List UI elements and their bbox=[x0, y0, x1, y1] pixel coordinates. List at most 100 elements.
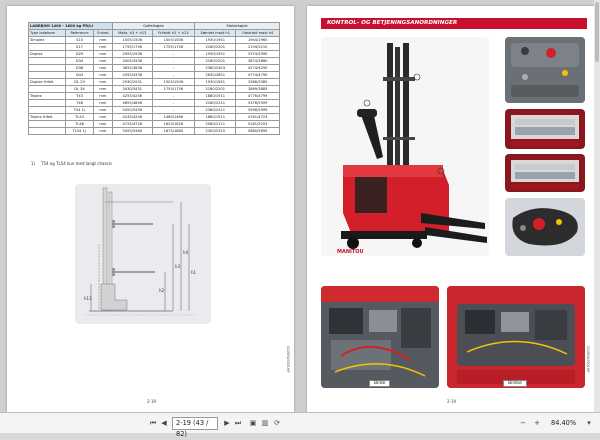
table-cell-h4: 4776/4799 bbox=[235, 92, 280, 100]
table-cell-h3: 4245/4246 bbox=[111, 113, 153, 121]
zoom-in-icon[interactable]: + bbox=[532, 418, 542, 429]
viewer-toolbar: ⏮ ◀ 2-19 (43 / 82) ▶ ⏭ ▣ ▥ ⟳ − + 84.40% … bbox=[0, 412, 600, 438]
table-cell-type: Triplex frifelt bbox=[27, 113, 67, 121]
table-cell-type bbox=[27, 64, 67, 72]
table-cell-type: Duplex frifelt bbox=[27, 78, 67, 86]
first-page-icon[interactable]: ⏮ bbox=[148, 418, 158, 429]
footnote: 1) T54 og TL54 kun med langt chassis bbox=[31, 161, 112, 166]
col-group-fork-height: Gaffelhøjde bbox=[111, 22, 196, 30]
table-cell-h3: 3405/3436 bbox=[111, 57, 153, 65]
last-page-icon[interactable]: ⏭ bbox=[233, 418, 243, 429]
table-cell-h4: 3869/3885 bbox=[235, 85, 280, 93]
table-title: LADEBOM 1400 - 1600 kg PR/LI bbox=[28, 22, 113, 30]
control-panel-photo bbox=[505, 37, 585, 103]
table-cell-ref: TL54 1) bbox=[65, 127, 94, 135]
table-row: Simplex S15 mm 1505/1506 1505/1506 1930/1951 1… bbox=[27, 36, 280, 44]
table-row: T48 mm 4655/4856-2180/2211 5376/5399 bbox=[27, 99, 280, 107]
table-cell-h2: 1625/1626 bbox=[151, 120, 196, 128]
fit-page-icon[interactable]: ▣ bbox=[248, 418, 258, 429]
table-cell-h2: - bbox=[151, 57, 196, 65]
table-cell-h4: 3874/3880 bbox=[235, 57, 280, 65]
table-header-cell: Maks. h3 + h13 bbox=[111, 29, 153, 37]
table-cell-h1: 2180/2201 bbox=[194, 43, 237, 51]
table-cell-h1: 1930/1951 bbox=[194, 78, 237, 86]
table-cell-ref: T54 1) bbox=[65, 106, 94, 114]
table-cell-h4: 5880/5895 bbox=[235, 127, 280, 135]
zoom-out-icon[interactable]: − bbox=[518, 418, 528, 429]
diagram-label-h4: h4 bbox=[183, 250, 189, 255]
next-page-icon[interactable]: ▶ bbox=[222, 418, 232, 429]
table-cell-type bbox=[27, 99, 67, 107]
zoom-level[interactable]: 84.40% bbox=[551, 418, 576, 429]
diagram-label-h1: h1 bbox=[191, 270, 197, 275]
table-cell-unit: mm bbox=[92, 106, 113, 114]
table-cell-h4: 5181/5203 bbox=[235, 120, 280, 128]
table-cell-h3: 4725/4726 bbox=[111, 120, 153, 128]
table-cell-h1: 2180/2211 bbox=[194, 99, 237, 107]
table-cell-ref: T43 bbox=[65, 92, 94, 100]
table-cell-h3: 4355/4336 bbox=[111, 71, 153, 79]
page-number-input[interactable]: 2-19 (43 / 82) bbox=[172, 417, 218, 438]
table-cell-h4: 4774/4790 bbox=[235, 71, 280, 79]
table-cell-h4: 4761/4723 bbox=[235, 113, 280, 121]
table-cell-h1: 2180/2201 bbox=[194, 85, 237, 93]
table-cell-h4: 5376/5399 bbox=[235, 99, 280, 107]
table-cell-type bbox=[27, 106, 67, 114]
table-cell-h1: 2380/2403 bbox=[194, 64, 237, 72]
table-row: TL48 mm 4725/4726 1625/1626 2080/2111 5181/52… bbox=[27, 120, 280, 128]
table-cell-h4: 5998/5999 bbox=[235, 106, 280, 114]
photo-caption-2: Bildse bbox=[503, 380, 527, 387]
left-page-number: 2-19 bbox=[147, 399, 157, 404]
table-cell-ref: D29 bbox=[65, 50, 94, 58]
table-header-cell: Reference bbox=[65, 29, 94, 37]
table-cell-h2: 1755/1756 bbox=[151, 43, 196, 51]
table-cell-h3: 3430/3431 bbox=[111, 85, 153, 93]
table-cell-type bbox=[27, 127, 67, 135]
footnote-text: T54 og TL54 kun med langt chassis bbox=[41, 161, 112, 166]
two-page-icon[interactable]: ▥ bbox=[260, 418, 270, 429]
table-cell-unit: mm bbox=[92, 113, 113, 121]
motor-compartment-photo-2 bbox=[447, 286, 585, 388]
table-cell-h3: 1505/1506 bbox=[111, 36, 153, 44]
table-cell-h1: 1880/1911 bbox=[194, 92, 237, 100]
table-header-cell: Type ladebom bbox=[27, 29, 67, 37]
section-title: KONTROL- OG BETJENINGSANORDNINGER bbox=[321, 18, 587, 29]
lift-height-table: LADEBOM 1400 - 1600 kg PR/LI Gaffelhøjde… bbox=[27, 22, 280, 135]
table-cell-ref: TL43 bbox=[65, 113, 94, 121]
table-cell-h3: 4255/4256 bbox=[111, 92, 153, 100]
table-cell-h2: 1505/1506 bbox=[151, 78, 196, 86]
table-row: S17 mm 1755/1756 1755/1756 2180/2201 2194/221… bbox=[27, 43, 280, 51]
zoom-dropdown-icon[interactable]: ▾ bbox=[584, 418, 594, 429]
table-cell-type bbox=[27, 120, 67, 128]
left-side-code: 0118EN/3001MP bbox=[286, 346, 290, 373]
table-header-cell: Udstrakt mast h4 bbox=[235, 29, 280, 37]
table-row: D43 mm 4355/4336-2630/2651 4774/4790 bbox=[27, 71, 280, 79]
table-cell-h2: 1505/1506 bbox=[151, 36, 196, 44]
document-viewer[interactable]: LADEBOM 1400 - 1600 kg PR/LI Gaffelhøjde… bbox=[0, 0, 600, 412]
table-cell-h3: 5455/5460 bbox=[111, 127, 153, 135]
table-cell-unit: mm bbox=[92, 99, 113, 107]
table-row: D34 mm 3405/3436-2180/2201 3874/3880 bbox=[27, 57, 280, 65]
table-cell-ref: TL48 bbox=[65, 120, 94, 128]
table-cell-h2: - bbox=[151, 64, 196, 72]
table-cell-type: Simplex bbox=[27, 36, 67, 44]
vertical-scrollbar[interactable] bbox=[594, 0, 600, 412]
diagram-label-h13: h13 bbox=[84, 296, 92, 301]
rotate-icon[interactable]: ⟳ bbox=[272, 418, 282, 429]
table-cell-ref: S15 bbox=[65, 36, 94, 44]
previous-page-icon[interactable]: ◀ bbox=[159, 418, 169, 429]
right-side-code: 0118EN/3001MP bbox=[586, 346, 590, 373]
table-cell-h3: 4655/4856 bbox=[111, 99, 153, 107]
table-cell-h3: 5455/5456 bbox=[111, 106, 153, 114]
scrollbar-thumb[interactable] bbox=[595, 2, 599, 62]
table-cell-h1: 2380/2411 bbox=[194, 106, 237, 114]
table-cell-h3: 3855/3836 bbox=[111, 64, 153, 72]
tiller-head-photo bbox=[505, 198, 585, 256]
table-row: Triplex frifelt TL43 mm 4245/4246 1460/1466 1… bbox=[27, 113, 280, 121]
table-cell-unit: mm bbox=[92, 43, 113, 51]
table-cell-type bbox=[27, 43, 67, 51]
table-cell-type: Duplex bbox=[27, 50, 67, 58]
table-cell-ref: D34 bbox=[65, 57, 94, 65]
table-cell-type: Triplex bbox=[27, 92, 67, 100]
table-cell-h2: 1875/1880 bbox=[151, 127, 196, 135]
